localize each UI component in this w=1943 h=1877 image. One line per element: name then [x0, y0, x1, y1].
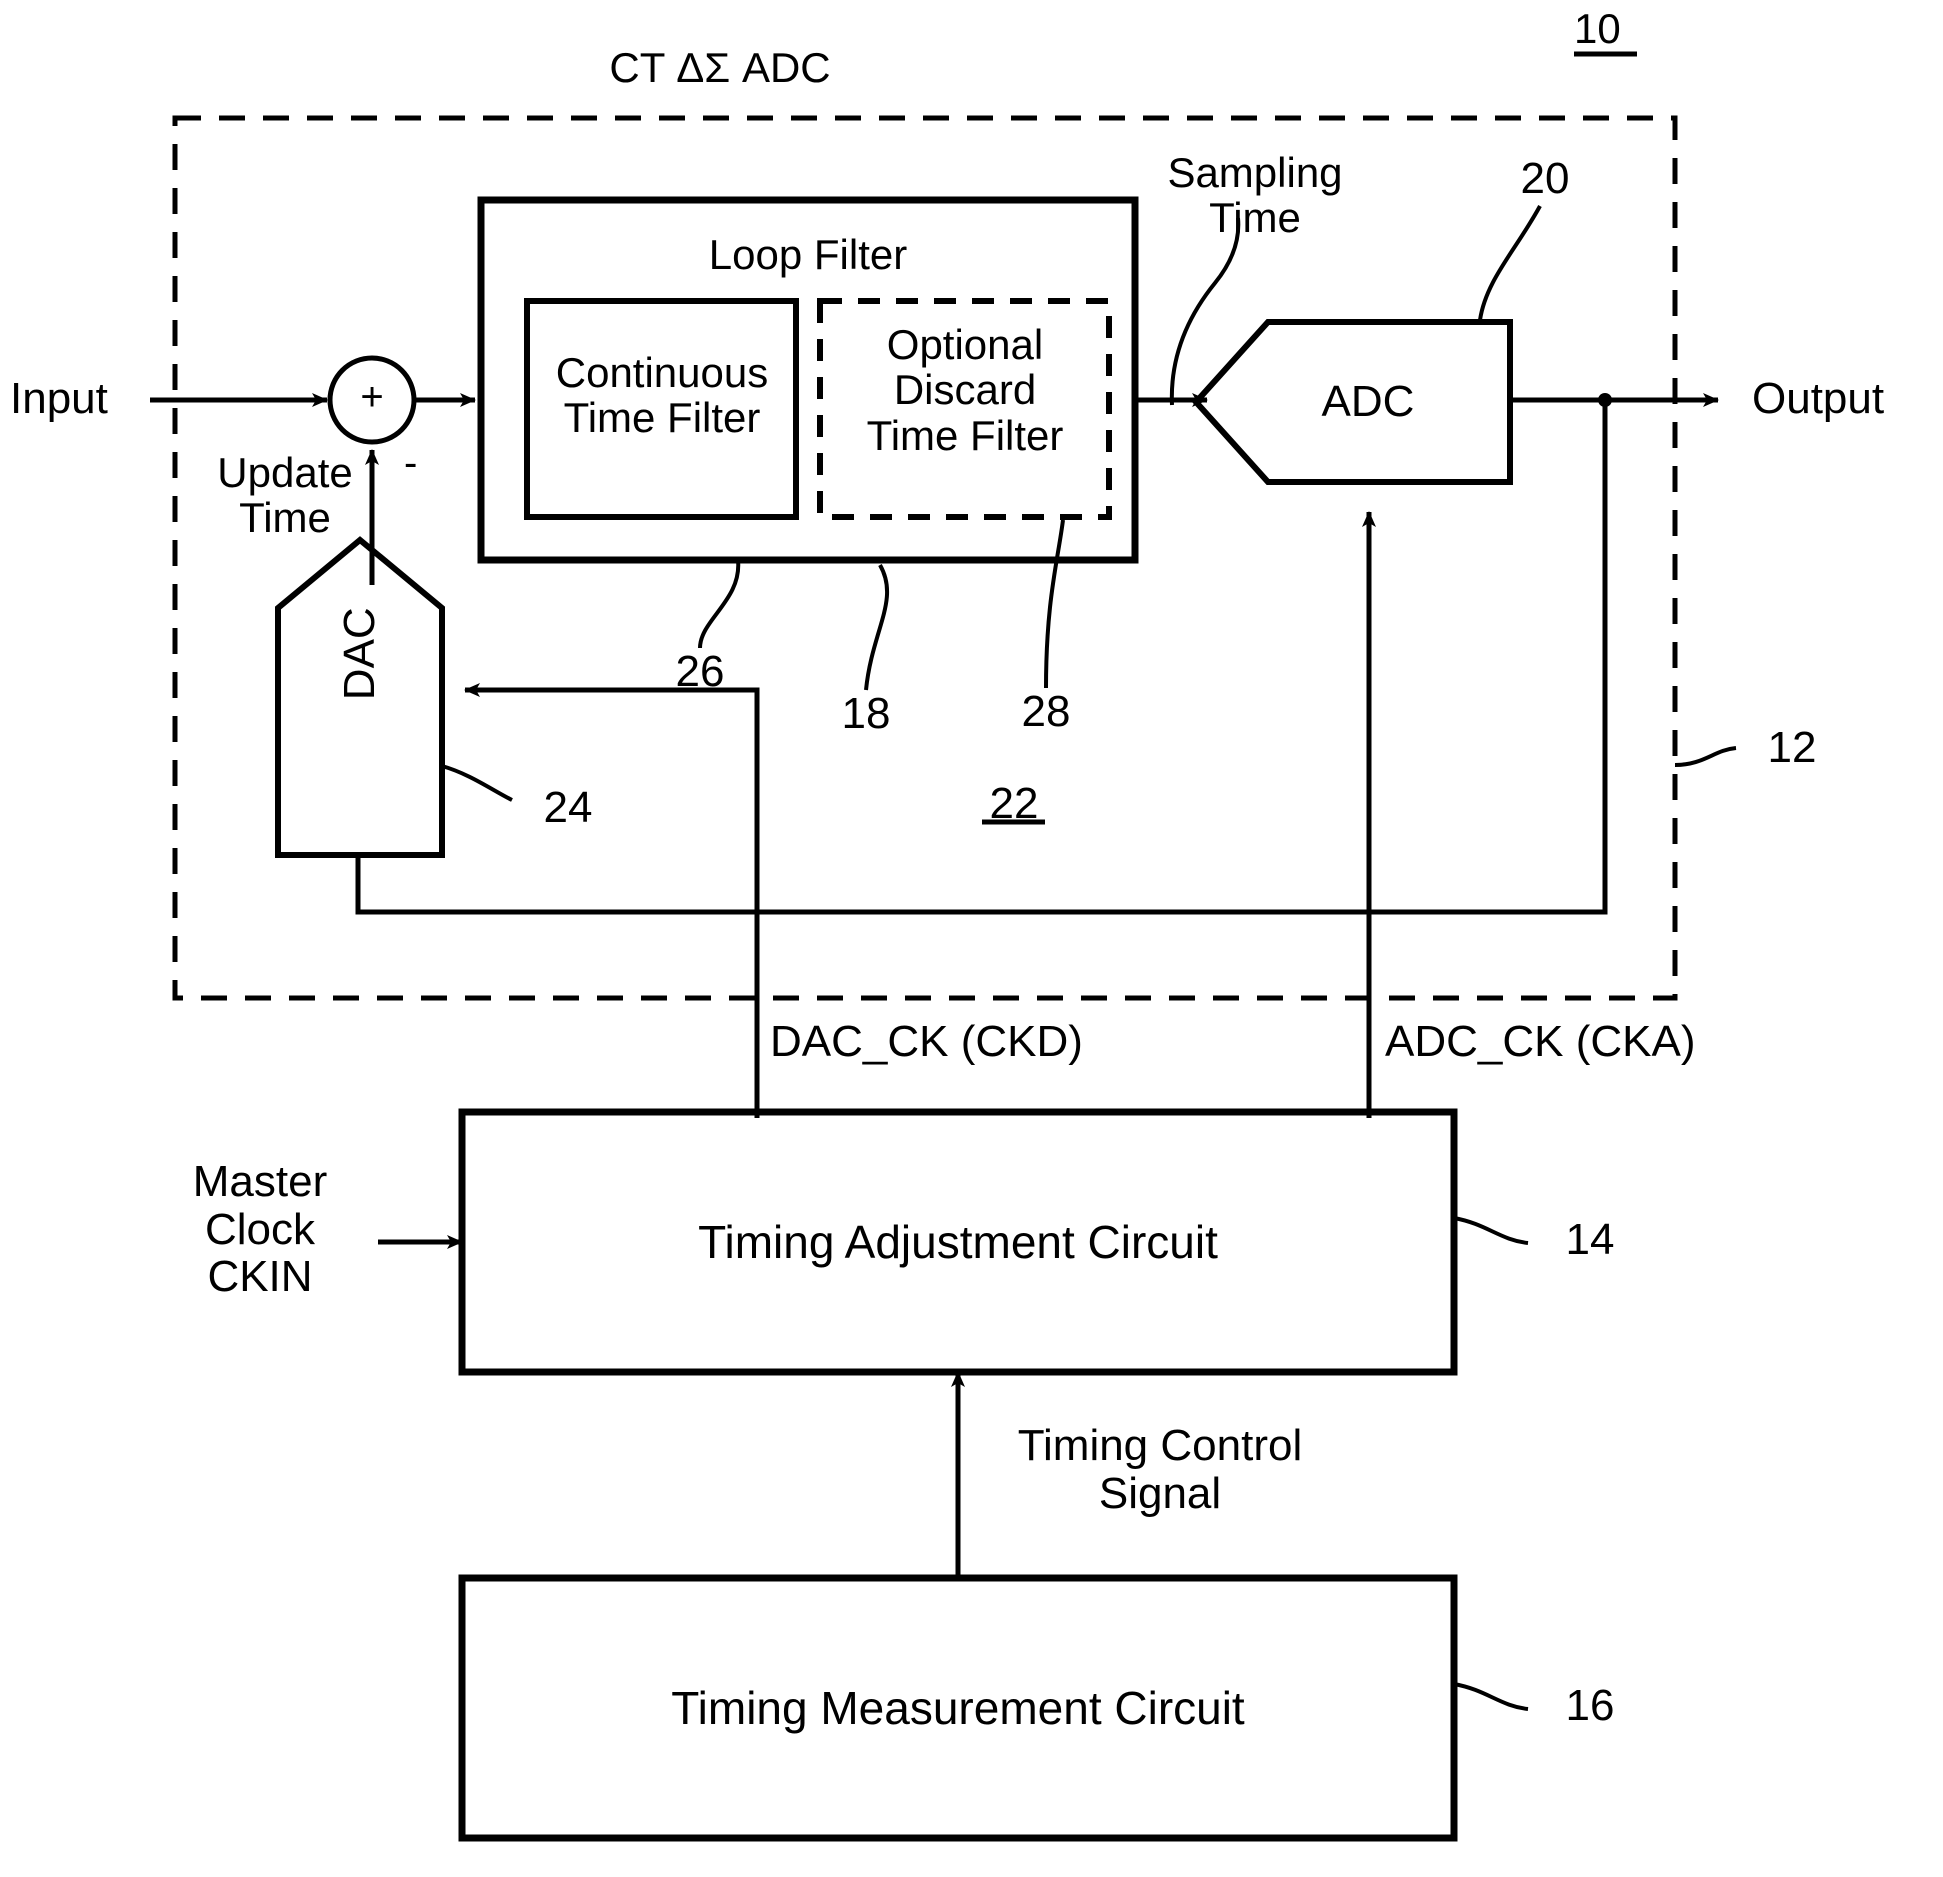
- leader-line-18: [864, 564, 890, 691]
- update-time-label: Update Time: [217, 449, 353, 542]
- reference-10: 10: [1574, 5, 1621, 52]
- dac-clock-wire: [464, 683, 760, 1118]
- leader-line-20: [1478, 205, 1542, 321]
- reference-28: 28: [1021, 687, 1071, 736]
- timing-control-signal-label: Timing Control Signal: [1017, 1421, 1303, 1518]
- reference-12: 12: [1767, 723, 1817, 772]
- sampling-time-leader: [1169, 217, 1241, 406]
- timing-measurement-circuit-label: Timing Measurement Circuit: [671, 1682, 1245, 1734]
- sampling-time-label: Sampling Time: [1167, 149, 1343, 242]
- continuous-time-filter-label: Continuous Time Filter: [555, 349, 769, 442]
- leader-line-26: [698, 559, 741, 649]
- leader-line-12: [1674, 746, 1737, 767]
- adc-label: ADC: [1321, 377, 1415, 426]
- diagram-vector-layer: [150, 51, 1737, 1842]
- reference-20: 20: [1520, 154, 1570, 203]
- reference-24: 24: [543, 783, 593, 832]
- loop-filter-label: Loop Filter: [708, 231, 908, 278]
- summing-node-plus: +: [360, 375, 384, 419]
- reference-16: 16: [1565, 1681, 1615, 1730]
- adc-clock-label: ADC_CK (CKA): [1385, 1017, 1696, 1066]
- leader-line-28: [1044, 519, 1065, 689]
- reference-22: 22: [989, 779, 1039, 828]
- summing-node-minus: -: [404, 441, 418, 485]
- dac-clock-label: DAC_CK (CKD): [770, 1017, 1083, 1066]
- reference-14: 14: [1565, 1215, 1615, 1264]
- master-clock-label: Master Clock CKIN: [192, 1157, 328, 1302]
- figure-canvas: CT ΔΣ ADC 10 Input Output + - Update Time…: [0, 0, 1943, 1877]
- leader-line-14: [1453, 1216, 1529, 1245]
- timing-adjustment-circuit-label: Timing Adjustment Circuit: [698, 1216, 1218, 1268]
- dac-label: DAC: [335, 607, 385, 701]
- leader-line-24: [441, 764, 513, 802]
- output-label: Output: [1752, 374, 1885, 423]
- figure-title: CT ΔΣ ADC: [609, 44, 831, 91]
- reference-26: 26: [675, 647, 725, 696]
- output-feedback-wire: [355, 400, 1608, 915]
- input-label: Input: [10, 374, 108, 423]
- reference-18: 18: [841, 689, 891, 738]
- leader-line-16: [1453, 1682, 1529, 1711]
- optional-discard-time-filter-label: Optional Discard Time Filter: [866, 321, 1064, 459]
